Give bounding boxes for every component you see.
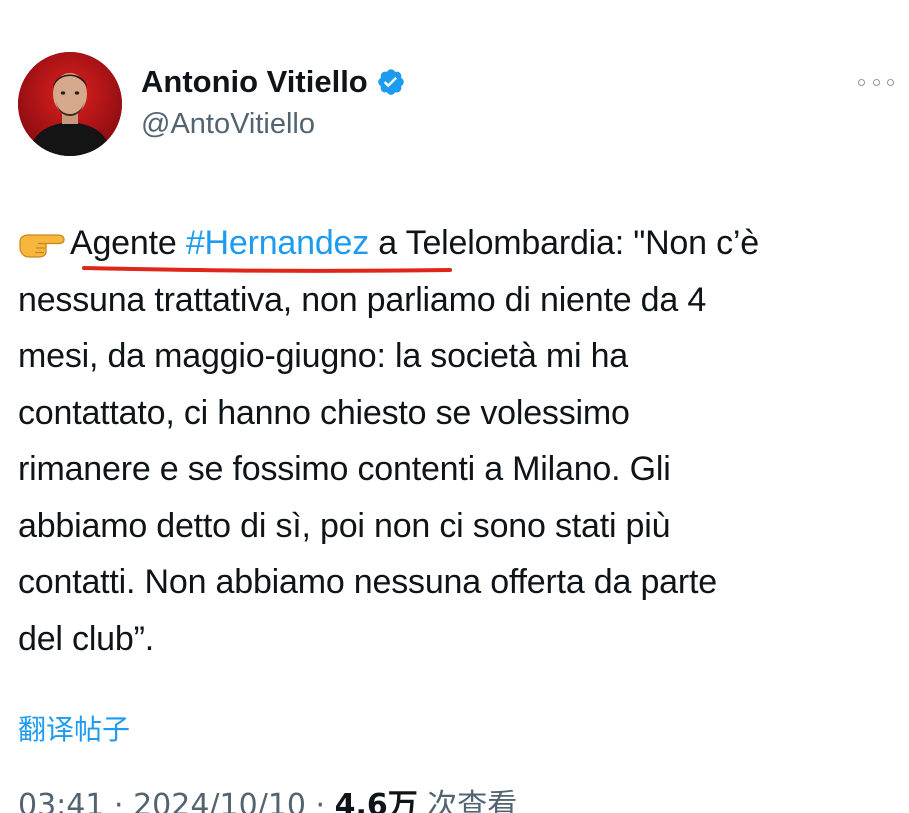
tweet-line1-after: a Telelombardia: "Non c’è	[369, 224, 759, 262]
view-label: 次查看	[417, 788, 518, 813]
more-options-icon[interactable]	[858, 70, 894, 94]
view-count: 4.6万	[334, 788, 418, 813]
tweet-line: del club”.	[18, 619, 154, 658]
tweet-line1-before: Agente	[70, 224, 186, 262]
hashtag-link[interactable]: #Hernandez	[186, 224, 369, 262]
tweet-text: Agente #Hernandez a Telelombardia: "Non …	[18, 215, 898, 667]
tweet-line: contatti. Non abbiamo nessuna offerta da…	[18, 563, 717, 601]
author-handle[interactable]: @AntoVitiello	[141, 108, 315, 141]
translate-post-link[interactable]: 翻译帖子	[18, 708, 130, 748]
tweet-time[interactable]: 03:41	[18, 788, 104, 813]
tweet-meta: 03:41 · 2024/10/10 · 4.6万 次查看	[18, 780, 517, 813]
tweet-date[interactable]: 2024/10/10	[133, 788, 306, 813]
tweet-line: nessuna trattativa, non parliamo di nien…	[18, 280, 707, 319]
tweet-card: Antonio Vitiello @AntoVitiello Agente #H…	[0, 0, 909, 813]
tweet-line: mesi, da maggio-giugno: la società mi ha	[18, 337, 628, 375]
verified-badge-icon	[376, 67, 406, 97]
author-display-name[interactable]: Antonio Vitiello	[141, 64, 368, 100]
tweet-line: abbiamo detto di sì, poi non ci sono sta…	[18, 506, 671, 545]
red-underline-annotation	[82, 266, 452, 273]
author-name-row[interactable]: Antonio Vitiello	[141, 60, 406, 104]
meta-separator: ·	[306, 788, 335, 813]
tweet-line: contattato, ci hanno chiesto se volessim…	[18, 393, 630, 432]
backhand-index-pointing-right-icon	[18, 219, 68, 258]
meta-separator: ·	[104, 788, 134, 813]
avatar[interactable]	[18, 52, 122, 156]
tweet-line: rimanere e se fossimo contenti a Milano.…	[18, 450, 671, 488]
